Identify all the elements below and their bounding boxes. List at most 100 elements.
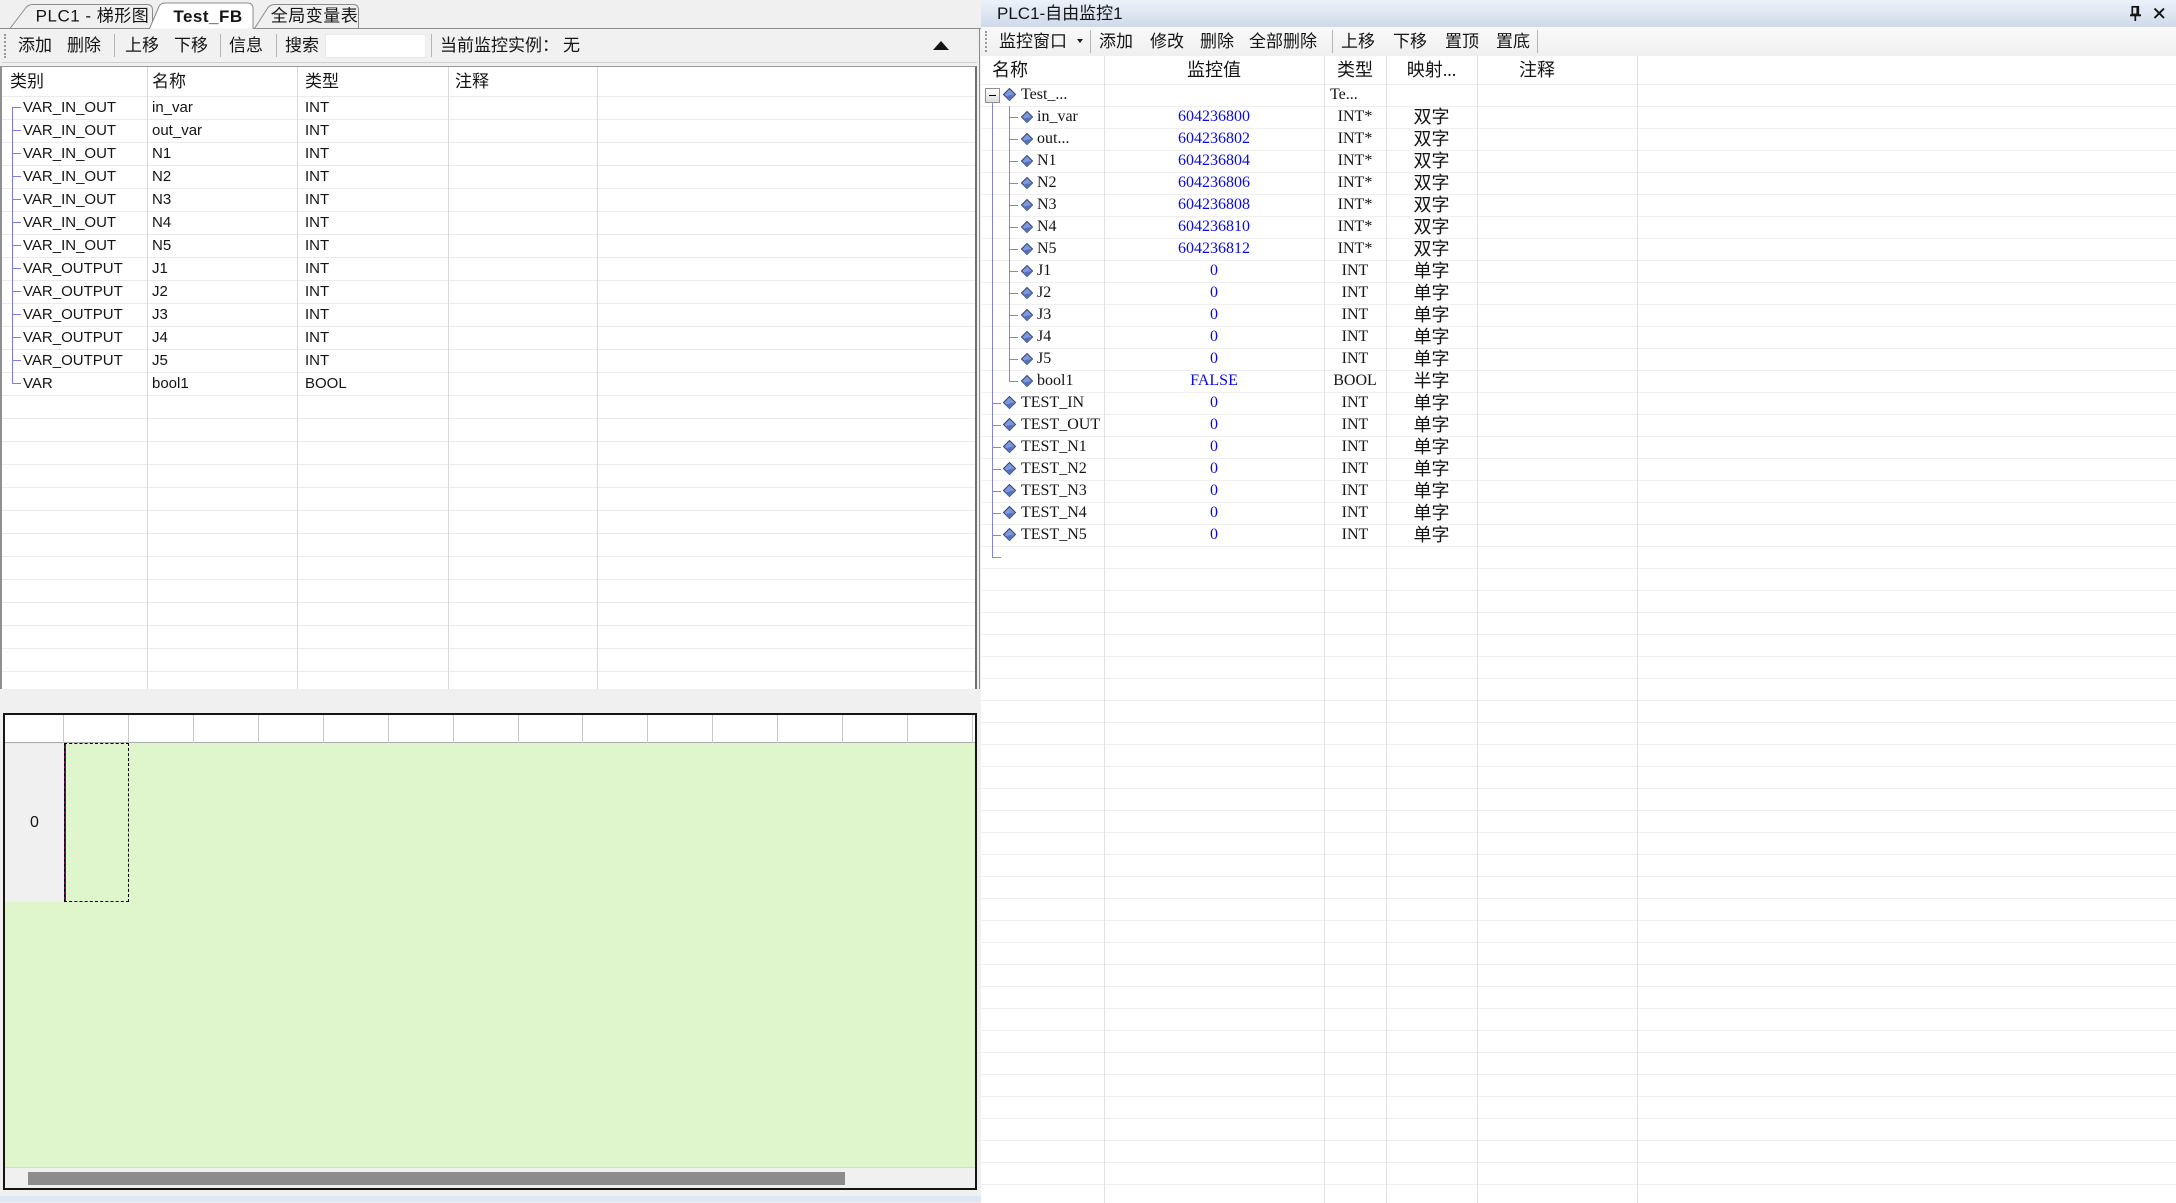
column-header-type[interactable]: 类型	[1324, 56, 1386, 84]
ladder-selection-cell[interactable]	[64, 743, 129, 902]
variable-row[interactable]: VAR_IN_OUTN4INT	[2, 211, 975, 234]
variable-row[interactable]: VAR_IN_OUTN5INT	[2, 234, 975, 257]
watch-mapping: 双字	[1386, 128, 1477, 150]
variable-diamond-icon	[1003, 528, 1016, 541]
ladder-grid-divider	[582, 715, 583, 743]
variable-type: INT	[305, 211, 329, 234]
column-header-value[interactable]: 监控值	[1104, 56, 1324, 84]
close-icon[interactable]	[2153, 7, 2166, 20]
move-up-button[interactable]: 上移	[125, 29, 159, 63]
scrollbar-thumb[interactable]	[28, 1172, 845, 1185]
search-button[interactable]: 搜索	[285, 29, 319, 63]
tree-branch	[12, 268, 21, 269]
move-up-button[interactable]: 上移	[1341, 27, 1375, 56]
column-header-name[interactable]: 名称	[992, 56, 1028, 84]
watch-row[interactable]: J10INT单字	[981, 260, 2176, 282]
monitor-window-menu[interactable]: 监控窗口	[999, 27, 1067, 56]
watch-row[interactable]: out...604236802INT*双字	[981, 128, 2176, 150]
watch-row[interactable]: in_var604236800INT*双字	[981, 106, 2176, 128]
watch-row[interactable]: TEST_OUT0INT单字	[981, 414, 2176, 436]
pin-icon[interactable]	[2128, 5, 2143, 22]
variable-row[interactable]: VAR_IN_OUTout_varINT	[2, 119, 975, 142]
to-bottom-button[interactable]: 置底	[1496, 27, 1530, 56]
watch-row[interactable]: N1604236804INT*双字	[981, 150, 2176, 172]
info-button[interactable]: 信息	[229, 29, 263, 63]
move-down-button[interactable]: 下移	[1393, 27, 1427, 56]
column-header-mapping[interactable]: 映射...	[1386, 56, 1477, 84]
horizontal-scrollbar[interactable]	[5, 1167, 975, 1188]
ladder-grid-divider	[712, 715, 713, 743]
watch-row[interactable]: TEST_N50INT单字	[981, 524, 2176, 546]
variable-category: VAR_IN_OUT	[23, 119, 116, 142]
watch-row[interactable]: bool1FALSEBOOL半字	[981, 370, 2176, 392]
tab-label[interactable]: PLC1 - 梯形图	[36, 7, 150, 26]
expand-collapse-box[interactable]	[985, 88, 1000, 103]
watch-value: 0	[1104, 260, 1324, 282]
dropdown-caret-icon[interactable]	[1077, 39, 1083, 43]
watch-name: TEST_OUT	[1021, 414, 1100, 436]
watch-value: 604236800	[1104, 106, 1324, 128]
tab-label-active[interactable]: Test_FB	[173, 7, 242, 26]
delete-button[interactable]: 删除	[67, 29, 101, 63]
watch-row[interactable]: N5604236812INT*双字	[981, 238, 2176, 260]
search-input[interactable]	[325, 34, 426, 58]
watch-mapping: 单字	[1386, 348, 1477, 370]
ladder-editor[interactable]: 0	[3, 713, 977, 1190]
variable-category: VAR_OUTPUT	[23, 349, 123, 372]
watch-type: INT*	[1324, 172, 1386, 194]
variable-row[interactable]: VAR_IN_OUTin_varINT	[2, 96, 975, 119]
delete-all-button[interactable]: 全部删除	[1249, 27, 1317, 56]
watch-name: TEST_IN	[1021, 392, 1084, 414]
column-header-category[interactable]: 类别	[10, 67, 44, 96]
tree-branch	[1009, 359, 1018, 360]
variable-row[interactable]: VAR_OUTPUTJ1INT	[2, 257, 975, 280]
variable-row[interactable]: VAR_IN_OUTN1INT	[2, 142, 975, 165]
variable-type: INT	[305, 234, 329, 257]
watch-row[interactable]: TEST_N10INT单字	[981, 436, 2176, 458]
column-header-type[interactable]: 类型	[305, 67, 339, 96]
variable-row[interactable]: VAR_OUTPUTJ5INT	[2, 349, 975, 372]
toolbar-grip-icon	[985, 31, 987, 52]
variable-row[interactable]: VAR_IN_OUTN3INT	[2, 188, 975, 211]
variable-row[interactable]: VAR_OUTPUTJ3INT	[2, 303, 975, 326]
tree-branch	[12, 360, 21, 361]
tree-branch	[12, 130, 21, 131]
watch-row[interactable]: N2604236806INT*双字	[981, 172, 2176, 194]
modify-button[interactable]: 修改	[1150, 27, 1184, 56]
watch-row[interactable]: TEST_N40INT单字	[981, 502, 2176, 524]
watch-row[interactable]: J20INT单字	[981, 282, 2176, 304]
variable-diamond-icon	[1021, 111, 1033, 123]
variable-row[interactable]: VAR_IN_OUTN2INT	[2, 165, 975, 188]
variable-row[interactable]: VAR_OUTPUTJ2INT	[2, 280, 975, 303]
watch-value: 0	[1104, 414, 1324, 436]
tree-branch	[992, 491, 1001, 492]
toolbar-grip-icon	[4, 34, 6, 58]
variable-row[interactable]: VARbool1BOOL	[2, 372, 975, 395]
ladder-grid-divider	[323, 715, 324, 743]
to-top-button[interactable]: 置顶	[1445, 27, 1479, 56]
add-button[interactable]: 添加	[18, 29, 52, 63]
add-button[interactable]: 添加	[1099, 27, 1133, 56]
variable-type: BOOL	[305, 372, 347, 395]
column-header-comment[interactable]: 注释	[455, 67, 489, 96]
watch-row[interactable]: Test_...Te...	[981, 84, 2176, 106]
watch-row[interactable]: J50INT单字	[981, 348, 2176, 370]
watch-row[interactable]: J40INT单字	[981, 326, 2176, 348]
move-down-button[interactable]: 下移	[174, 29, 208, 63]
watch-row[interactable]: J30INT单字	[981, 304, 2176, 326]
watch-row[interactable]: TEST_N30INT单字	[981, 480, 2176, 502]
watch-row[interactable]: N3604236808INT*双字	[981, 194, 2176, 216]
column-header-name[interactable]: 名称	[152, 67, 186, 96]
column-header-comment[interactable]: 注释	[1477, 56, 1597, 84]
watch-row[interactable]: N4604236810INT*双字	[981, 216, 2176, 238]
delete-button[interactable]: 删除	[1200, 27, 1234, 56]
collapse-button[interactable]	[926, 29, 956, 63]
watch-type: INT	[1324, 304, 1386, 326]
variable-row[interactable]: VAR_OUTPUTJ4INT	[2, 326, 975, 349]
tree-branch	[12, 176, 21, 177]
tab-label[interactable]: 全局变量表	[271, 7, 359, 26]
watch-row[interactable]: TEST_IN0INT单字	[981, 392, 2176, 414]
watch-name: TEST_N2	[1021, 458, 1087, 480]
watch-row[interactable]: TEST_N20INT单字	[981, 458, 2176, 480]
watch-table: 名称 监控值 类型 映射... 注释 Test_...Te...in_var60…	[981, 56, 2176, 1203]
